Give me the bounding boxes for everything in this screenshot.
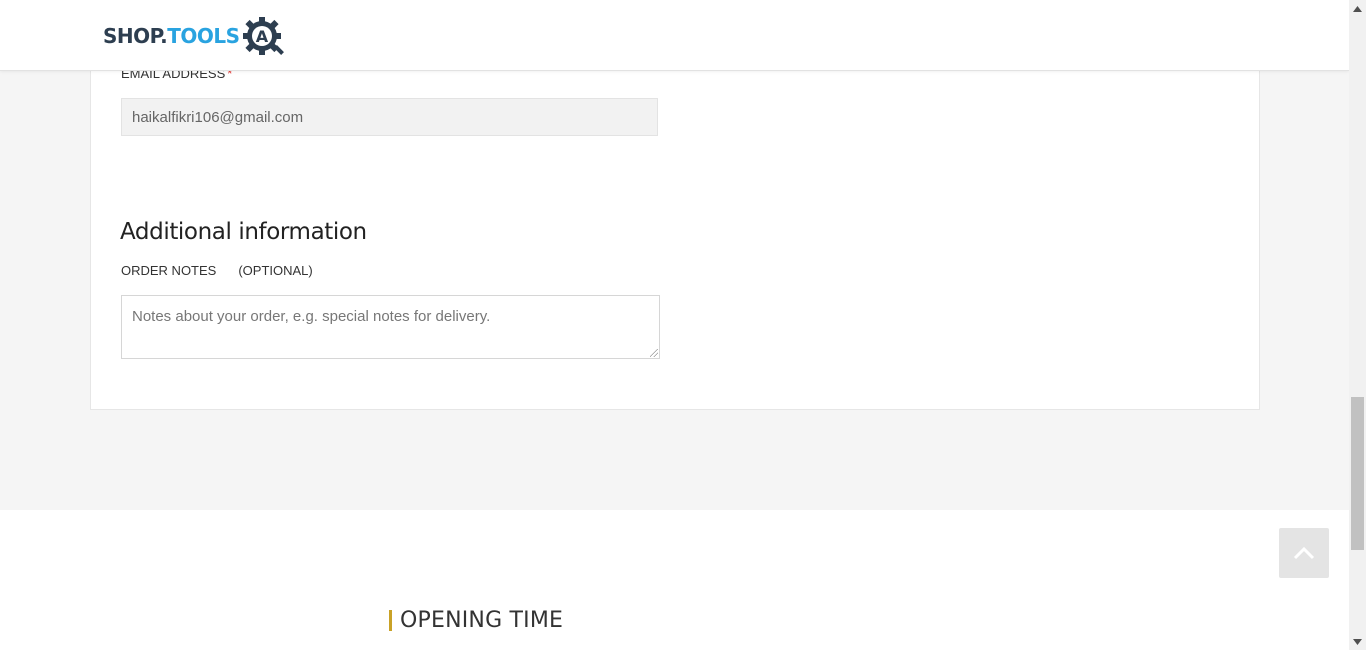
scrollbar-thumb[interactable] <box>1351 397 1364 550</box>
section-title: Additional information <box>120 219 367 245</box>
order-notes-placeholder: Notes about your order, e.g. special not… <box>132 308 491 325</box>
order-notes-label: ORDER NOTES (OPTIONAL) <box>121 263 313 278</box>
vertical-scrollbar[interactable] <box>1349 0 1366 650</box>
logo-text-tools: TOOLS <box>167 24 240 48</box>
resize-handle[interactable] <box>650 349 658 357</box>
site-logo[interactable]: SHOP.TOOLS A <box>103 14 286 58</box>
heading-accent-bar <box>389 609 392 631</box>
opening-time-text: OPENING TIME <box>400 607 564 633</box>
logo-text-shop: SHOP. <box>103 24 168 48</box>
page: SHOP.TOOLS A EMAIL ADDRESS * haikalfikri… <box>0 0 1349 650</box>
logo-text: SHOP.TOOLS <box>103 24 240 48</box>
site-header: SHOP.TOOLS A <box>0 0 1349 71</box>
email-field[interactable]: haikalfikri106@gmail.com <box>121 98 658 136</box>
site-footer <box>0 510 1349 650</box>
scroll-down-arrow-icon[interactable] <box>1349 633 1366 650</box>
scroll-up-arrow-icon[interactable] <box>1349 0 1366 17</box>
order-notes-label-text: ORDER NOTES <box>121 263 217 278</box>
optional-label: (OPTIONAL) <box>238 263 313 278</box>
chevron-up-icon <box>1293 546 1315 560</box>
gear-icon: A <box>242 17 284 55</box>
order-notes-textarea[interactable]: Notes about your order, e.g. special not… <box>121 295 660 359</box>
back-to-top-button[interactable] <box>1279 528 1329 578</box>
opening-time-heading: OPENING TIME <box>389 606 563 634</box>
logo-badge-letter: A <box>255 27 268 46</box>
